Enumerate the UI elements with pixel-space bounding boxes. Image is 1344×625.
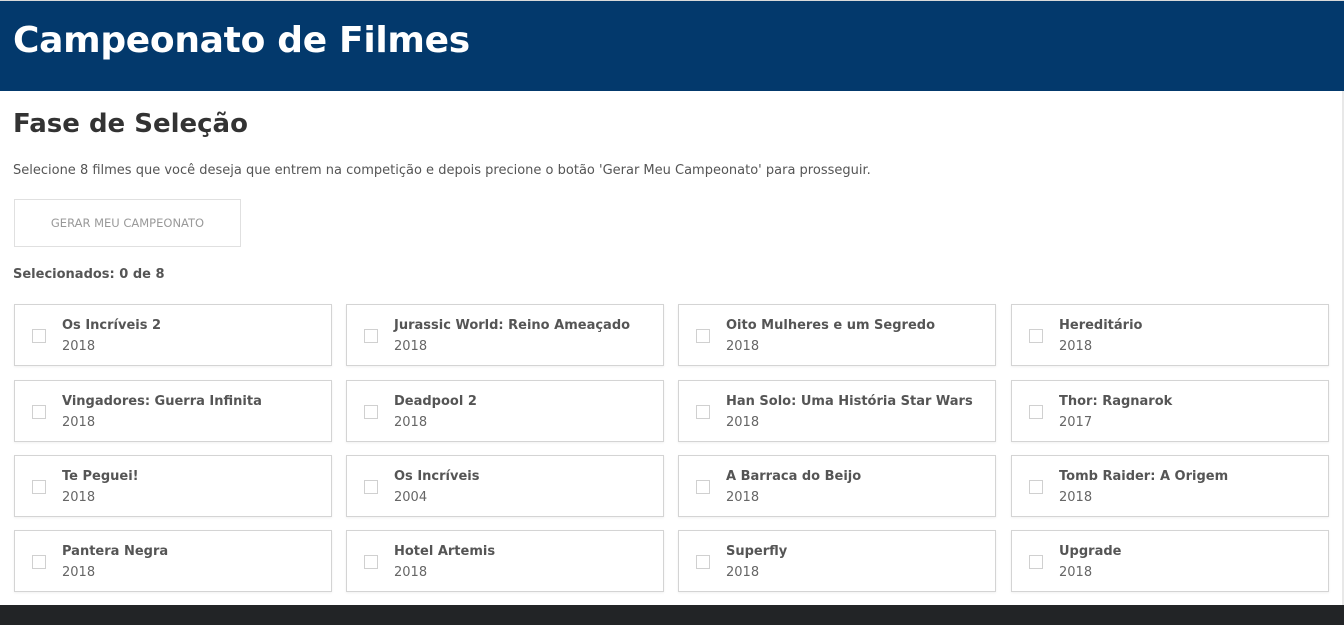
movie-title: Hereditário <box>1059 318 1143 333</box>
movie-checkbox[interactable] <box>32 555 46 569</box>
app-title: Campeonato de Filmes <box>13 20 470 61</box>
movie-card[interactable]: Hereditário 2018 <box>1011 304 1329 366</box>
movie-year: 2018 <box>394 339 428 354</box>
movie-year: 2018 <box>394 415 428 430</box>
movie-title: Superfly <box>726 544 788 559</box>
movie-year: 2018 <box>726 565 760 580</box>
movie-card[interactable]: Os Incríveis 2 2018 <box>14 304 332 366</box>
movie-year: 2018 <box>726 415 760 430</box>
movie-card[interactable]: Hotel Artemis 2018 <box>346 530 664 592</box>
movie-card[interactable]: Te Peguei! 2018 <box>14 455 332 517</box>
movie-card[interactable]: Pantera Negra 2018 <box>14 530 332 592</box>
movie-year: 2004 <box>394 490 428 505</box>
page-footer <box>0 605 1344 625</box>
movie-year: 2018 <box>62 415 96 430</box>
movie-title: Pantera Negra <box>62 544 169 559</box>
movie-checkbox[interactable] <box>364 329 378 343</box>
movie-card[interactable]: Jurassic World: Reino Ameaçado 2018 <box>346 304 664 366</box>
movie-year: 2017 <box>1059 415 1093 430</box>
movie-card[interactable]: Superfly 2018 <box>678 530 996 592</box>
movie-year: 2018 <box>1059 339 1093 354</box>
movie-year: 2018 <box>62 339 96 354</box>
movie-year: 2018 <box>726 490 760 505</box>
movie-checkbox[interactable] <box>1029 405 1043 419</box>
movie-year: 2018 <box>1059 565 1093 580</box>
generate-championship-button[interactable]: Gerar Meu Campeonato <box>14 199 241 247</box>
movie-checkbox[interactable] <box>32 480 46 494</box>
movie-checkbox[interactable] <box>696 405 710 419</box>
movie-year: 2018 <box>62 490 96 505</box>
movie-title: Upgrade <box>1059 544 1122 559</box>
movie-title: Te Peguei! <box>62 469 139 484</box>
app-header: Campeonato de Filmes <box>0 1 1344 91</box>
movie-card[interactable]: Tomb Raider: A Origem 2018 <box>1011 455 1329 517</box>
phase-title: Fase de Seleção <box>13 109 248 139</box>
movie-title: Tomb Raider: A Origem <box>1059 469 1229 484</box>
movie-checkbox[interactable] <box>364 480 378 494</box>
movie-card[interactable]: Oito Mulheres e um Segredo 2018 <box>678 304 996 366</box>
movie-card[interactable]: A Barraca do Beijo 2018 <box>678 455 996 517</box>
movie-title: Hotel Artemis <box>394 544 496 559</box>
movie-checkbox[interactable] <box>364 405 378 419</box>
movie-card[interactable]: Upgrade 2018 <box>1011 530 1329 592</box>
movie-checkbox[interactable] <box>696 329 710 343</box>
movie-checkbox[interactable] <box>32 329 46 343</box>
movie-card[interactable]: Deadpool 2 2018 <box>346 380 664 442</box>
movie-checkbox[interactable] <box>32 405 46 419</box>
movie-title: A Barraca do Beijo <box>726 469 862 484</box>
movie-title: Deadpool 2 <box>394 394 477 409</box>
movie-checkbox[interactable] <box>1029 480 1043 494</box>
instructions-text: Selecione 8 filmes que você deseja que e… <box>13 163 871 178</box>
movie-year: 2018 <box>394 565 428 580</box>
movie-card[interactable]: Han Solo: Uma História Star Wars 2018 <box>678 380 996 442</box>
movie-title: Vingadores: Guerra Infinita <box>62 394 262 409</box>
movie-checkbox[interactable] <box>364 555 378 569</box>
movie-title: Os Incríveis <box>394 469 480 484</box>
movie-card[interactable]: Thor: Ragnarok 2017 <box>1011 380 1329 442</box>
movie-year: 2018 <box>62 565 96 580</box>
movie-card[interactable]: Os Incríveis 2004 <box>346 455 664 517</box>
movie-title: Oito Mulheres e um Segredo <box>726 318 936 333</box>
movie-checkbox[interactable] <box>1029 329 1043 343</box>
movie-title: Jurassic World: Reino Ameaçado <box>394 318 631 333</box>
movie-checkbox[interactable] <box>696 480 710 494</box>
movie-checkbox[interactable] <box>696 555 710 569</box>
movie-year: 2018 <box>726 339 760 354</box>
movie-title: Os Incríveis 2 <box>62 318 162 333</box>
selection-counter: Selecionados: 0 de 8 <box>13 267 165 282</box>
movie-title: Han Solo: Uma História Star Wars <box>726 394 973 409</box>
movie-checkbox[interactable] <box>1029 555 1043 569</box>
movie-title: Thor: Ragnarok <box>1059 394 1173 409</box>
movie-card[interactable]: Vingadores: Guerra Infinita 2018 <box>14 380 332 442</box>
movie-year: 2018 <box>1059 490 1093 505</box>
